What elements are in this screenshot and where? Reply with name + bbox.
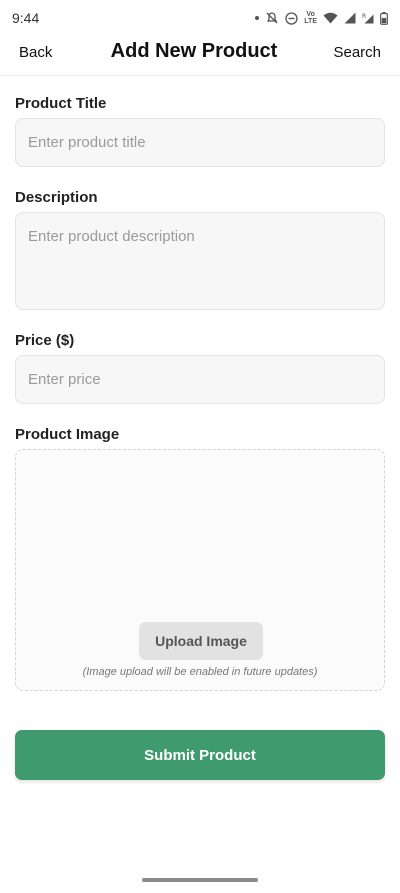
product-title-label: Product Title [15, 95, 107, 112]
price-placeholder: Enter price [28, 371, 101, 388]
signal-icon [344, 12, 356, 24]
upload-image-button[interactable]: Upload Image [139, 622, 263, 660]
price-input[interactable]: Enter price [15, 355, 385, 404]
volte-top-text: Vo [306, 11, 315, 18]
upload-note: (Image upload will be enabled in future … [82, 666, 318, 678]
image-upload-area: Upload Image (Image upload will be enabl… [15, 449, 385, 691]
search-button[interactable]: Search [333, 44, 381, 61]
status-bar: 9:44 Vo LTE R [0, 0, 400, 36]
do-not-disturb-icon [285, 11, 298, 25]
description-placeholder: Enter product description [28, 228, 195, 245]
status-time: 9:44 [12, 10, 40, 26]
page-title: Add New Product [110, 40, 278, 62]
description-label: Description [15, 189, 98, 206]
product-image-label: Product Image [15, 426, 120, 443]
bell-off-icon [266, 12, 278, 24]
svg-text:R: R [362, 13, 366, 20]
notification-dot-icon [255, 16, 260, 20]
home-indicator[interactable] [142, 878, 258, 882]
app-header: Back Add New Product Search [0, 36, 400, 76]
status-icons: Vo LTE R [255, 11, 388, 25]
product-title-placeholder: Enter product title [28, 134, 146, 151]
product-title-input[interactable]: Enter product title [15, 118, 385, 167]
price-label: Price ($) [15, 332, 75, 349]
battery-icon [380, 11, 388, 25]
signal-r-icon: R [362, 13, 374, 24]
submit-product-button[interactable]: Submit Product [15, 730, 385, 780]
description-textarea[interactable]: Enter product description [15, 212, 385, 310]
volte-bottom-text: LTE [304, 18, 317, 25]
wifi-icon [323, 12, 338, 24]
volte-icon: Vo LTE [304, 11, 317, 25]
